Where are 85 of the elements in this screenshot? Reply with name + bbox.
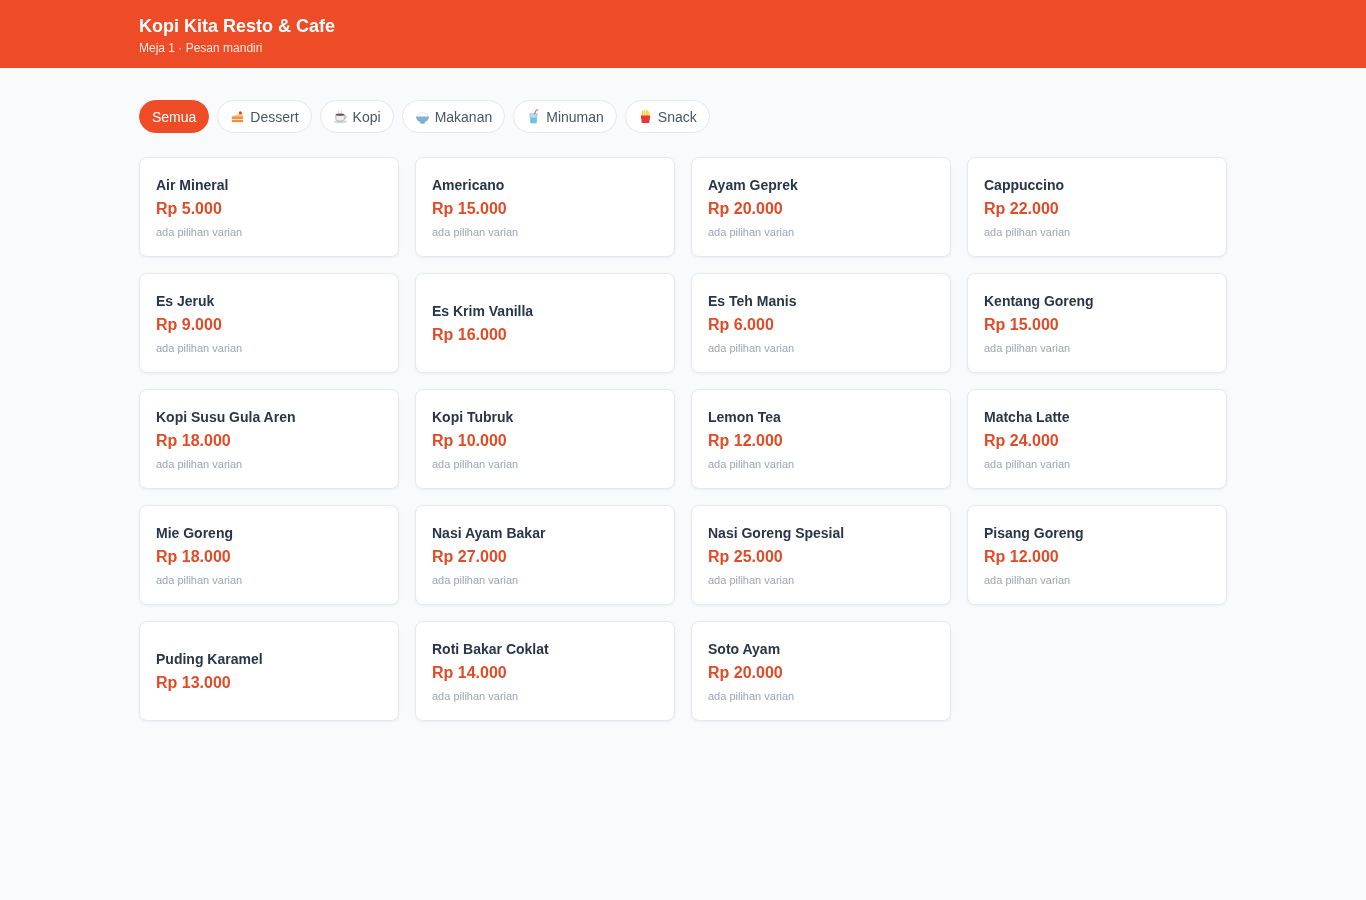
item-name: Soto Ayam [708, 639, 781, 658]
rice-bowl-icon [414, 109, 430, 124]
item-price: Rp 18.000 [156, 430, 231, 451]
variant-note: ada pilihan varian [984, 572, 1071, 587]
coffee-cup-icon [332, 109, 348, 124]
menu-item-card[interactable]: Puding Karamel Rp 13.000 [139, 621, 399, 721]
item-name: Mie Goreng [156, 523, 233, 542]
item-price: Rp 5.000 [156, 198, 222, 219]
item-name: Nasi Goreng Spesial [708, 523, 845, 542]
menu-item-card[interactable]: Lemon Tea Rp 12.000 ada pilihan varian [691, 389, 951, 489]
variant-note: ada pilihan varian [156, 572, 243, 587]
menu-item-card[interactable]: Es Teh Manis Rp 6.000 ada pilihan varian [691, 273, 951, 373]
item-name: Americano [432, 175, 505, 194]
variant-note: ada pilihan varian [708, 456, 795, 471]
item-price: Rp 14.000 [432, 662, 507, 683]
item-price: Rp 15.000 [984, 314, 1059, 335]
variant-note: ada pilihan varian [708, 572, 795, 587]
menu-item-card[interactable]: Nasi Ayam Bakar Rp 27.000 ada pilihan varian [415, 505, 675, 605]
category-tab[interactable]: Kopi [319, 100, 394, 133]
item-price: Rp 6.000 [708, 314, 774, 335]
menu-item-card[interactable]: Matcha Latte Rp 24.000 ada pilihan varian [967, 389, 1227, 489]
variant-note: ada pilihan varian [708, 340, 795, 355]
item-name: Roti Bakar Coklat [432, 639, 549, 658]
menu-item-card[interactable]: Air Mineral Rp 5.000 ada pilihan varian [139, 157, 399, 257]
item-name: Puding Karamel [156, 649, 263, 668]
menu-item-card[interactable]: Cappuccino Rp 22.000 ada pilihan varian [967, 157, 1227, 257]
variant-note: ada pilihan varian [984, 224, 1071, 239]
item-price: Rp 20.000 [708, 662, 783, 683]
item-name: Cappuccino [984, 175, 1065, 194]
variant-note: ada pilihan varian [156, 340, 243, 355]
menu-item-card[interactable]: Americano Rp 15.000 ada pilihan varian [415, 157, 675, 257]
category-tab[interactable]: Makanan [401, 100, 506, 133]
menu-item-card[interactable]: Roti Bakar Coklat Rp 14.000 ada pilihan varian [415, 621, 675, 721]
item-name: Kentang Goreng [984, 291, 1094, 310]
variant-note: ada pilihan varian [708, 224, 795, 239]
item-price: Rp 22.000 [984, 198, 1059, 219]
item-name: Es Jeruk [156, 291, 215, 310]
item-price: Rp 25.000 [708, 546, 783, 567]
item-name: Nasi Ayam Bakar [432, 523, 546, 542]
category-tab[interactable]: Snack [624, 100, 710, 133]
variant-note: ada pilihan varian [432, 572, 519, 587]
menu-item-card[interactable]: Pisang Goreng Rp 12.000 ada pilihan varian [967, 505, 1227, 605]
menu-item-card[interactable]: Kopi Susu Gula Aren Rp 18.000 ada pilihan varian [139, 389, 399, 489]
item-name: Es Krim Vanilla [432, 301, 534, 320]
restaurant-title: Kopi Kita Resto & Cafe [139, 15, 337, 37]
item-price: Rp 15.000 [432, 198, 507, 219]
item-price: Rp 18.000 [156, 546, 231, 567]
menu-item-card[interactable]: Kentang Goreng Rp 15.000 ada pilihan varian [967, 273, 1227, 373]
menu-item-card[interactable]: Soto Ayam Rp 20.000 ada pilihan varian [691, 621, 951, 721]
item-price: Rp 24.000 [984, 430, 1059, 451]
variant-note: ada pilihan varian [708, 688, 795, 703]
variant-note: ada pilihan varian [156, 456, 243, 471]
item-name: Ayam Geprek [708, 175, 798, 194]
category-tab[interactable]: Minuman [513, 100, 617, 133]
item-price: Rp 9.000 [156, 314, 222, 335]
item-name: Es Teh Manis [708, 291, 797, 310]
menu-item-card[interactable]: Es Jeruk Rp 9.000 ada pilihan varian [139, 273, 399, 373]
variant-note: ada pilihan varian [984, 340, 1071, 355]
menu-item-card[interactable]: Kopi Tubruk Rp 10.000 ada pilihan varian [415, 389, 675, 489]
item-price: Rp 27.000 [432, 546, 507, 567]
variant-note: ada pilihan varian [984, 456, 1071, 471]
item-name: Matcha Latte [984, 407, 1070, 426]
menu-item-card[interactable]: Nasi Goreng Spesial Rp 25.000 ada pilihan varian [691, 505, 951, 605]
item-price: Rp 16.000 [432, 324, 507, 345]
variant-note: ada pilihan varian [432, 456, 519, 471]
item-price: Rp 12.000 [708, 430, 783, 451]
category-tab[interactable]: Dessert [217, 100, 312, 133]
category-tab[interactable]: Semua [139, 100, 210, 133]
menu-item-card[interactable]: Mie Goreng Rp 18.000 ada pilihan varian [139, 505, 399, 605]
item-name: Lemon Tea [708, 407, 781, 426]
item-name: Air Mineral [156, 175, 229, 194]
table-info: Meja 1 · Pesan mandiri [139, 40, 264, 56]
variant-note: ada pilihan varian [432, 224, 519, 239]
item-name: Pisang Goreng [984, 523, 1084, 542]
cake-icon [230, 109, 246, 124]
item-name: Kopi Tubruk [432, 407, 514, 426]
item-price: Rp 10.000 [432, 430, 507, 451]
variant-note: ada pilihan varian [432, 688, 519, 703]
item-price: Rp 13.000 [156, 672, 231, 693]
item-name: Kopi Susu Gula Aren [156, 407, 296, 426]
item-price: Rp 12.000 [984, 546, 1059, 567]
variant-note: ada pilihan varian [156, 224, 243, 239]
item-price: Rp 20.000 [708, 198, 783, 219]
menu-item-card[interactable]: Ayam Geprek Rp 20.000 ada pilihan varian [691, 157, 951, 257]
menu-item-card[interactable]: Es Krim Vanilla Rp 16.000 [415, 273, 675, 373]
